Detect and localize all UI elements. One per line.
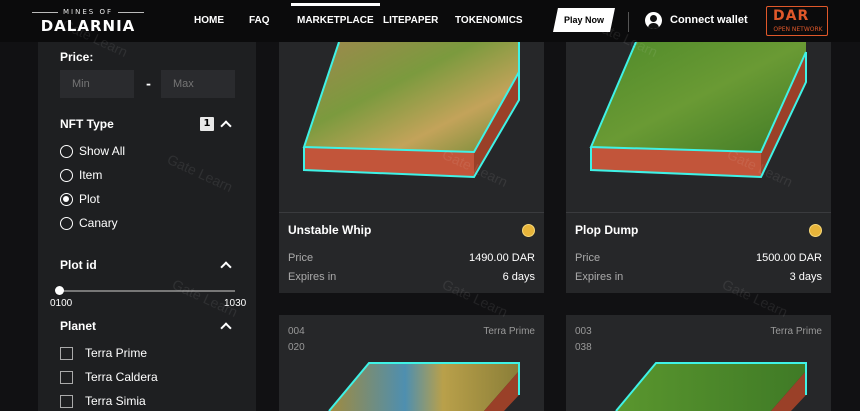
- dar-logo-text: DAR: [773, 8, 810, 24]
- nft-card[interactable]: Unstable Whip Price 1490.00 DAR Expires …: [279, 42, 544, 293]
- expires-value: 3 days: [789, 271, 822, 283]
- plot-id-top: 003: [575, 326, 592, 337]
- plot-id-top: 004: [288, 326, 305, 337]
- dar-logo-subtitle: OPEN NETWORK: [773, 26, 823, 33]
- plot-id-max-value: 1030: [224, 298, 247, 309]
- price-max-input[interactable]: [161, 70, 235, 98]
- mines-of-dalarnia-logo[interactable]: MINES OF DALARNIA: [28, 8, 148, 36]
- radio-icon: [60, 168, 73, 182]
- radio-icon: [60, 216, 73, 230]
- radio-label: Show All: [79, 144, 126, 158]
- top-nav: MINES OF DALARNIA HOME FAQ MARKETPLACE L…: [0, 0, 860, 42]
- nav-marketplace[interactable]: MARKETPLACE: [291, 3, 380, 26]
- plot-id-bottom: 020: [288, 342, 305, 353]
- nav-tokenomics[interactable]: TOKENOMICS: [455, 15, 523, 26]
- card-divider: [279, 212, 544, 213]
- plot-image: [589, 42, 807, 179]
- nft-card[interactable]: 004 020 Terra Prime: [279, 315, 544, 411]
- plot-image: [615, 362, 807, 411]
- radio-plot[interactable]: Plot: [60, 192, 100, 206]
- price-range-dash: -: [146, 77, 151, 91]
- card-divider: [566, 212, 831, 213]
- checkbox-terra-prime[interactable]: Terra Prime: [60, 346, 147, 360]
- radio-icon: [60, 144, 73, 158]
- price-label: Price: [288, 252, 314, 264]
- dar-open-network-logo[interactable]: DAR OPEN NETWORK: [766, 6, 828, 36]
- plot-planet: Terra Prime: [770, 326, 822, 337]
- dar-coin-icon: [522, 224, 535, 237]
- nft-type-count-badge: 1: [200, 117, 214, 131]
- radio-item[interactable]: Item: [60, 168, 102, 182]
- planet-label: Planet: [60, 319, 97, 333]
- checkbox-label: Terra Simia: [85, 394, 146, 408]
- nft-card[interactable]: Plop Dump Price 1500.00 DAR Expires in 3…: [566, 42, 831, 293]
- radio-label: Item: [79, 168, 103, 182]
- nav-home[interactable]: HOME: [194, 15, 224, 26]
- nft-type-label: NFT Type: [60, 117, 114, 131]
- radio-checked-icon: [60, 192, 73, 206]
- connect-wallet-button[interactable]: Connect wallet: [670, 14, 748, 26]
- price-value: 1490.00 DAR: [468, 252, 535, 264]
- logo-subtitle: MINES OF: [28, 8, 148, 16]
- nav-litepaper[interactable]: LITEPAPER: [383, 15, 438, 26]
- plot-id-slider-handle[interactable]: [55, 286, 64, 295]
- nav-faq[interactable]: FAQ: [249, 15, 270, 26]
- price-label: Price: [575, 252, 601, 264]
- plot-image: [302, 42, 520, 179]
- card-title: Unstable Whip: [288, 223, 372, 237]
- price-label: Price:: [60, 50, 94, 64]
- checkbox-terra-caldera[interactable]: Terra Caldera: [60, 370, 158, 384]
- checkbox-label: Terra Caldera: [85, 370, 158, 384]
- plot-id-label: Plot id: [60, 258, 97, 272]
- nav-divider: [628, 12, 629, 32]
- nft-card[interactable]: 003 038 Terra Prime: [566, 315, 831, 411]
- radio-canary[interactable]: Canary: [60, 216, 118, 230]
- card-title: Plop Dump: [575, 223, 639, 237]
- expires-value: 6 days: [502, 271, 535, 283]
- price-min-input[interactable]: [60, 70, 134, 98]
- checkbox-icon: [60, 346, 73, 360]
- price-value: 1500.00 DAR: [755, 252, 822, 264]
- checkbox-label: Terra Prime: [85, 346, 148, 360]
- plot-id-min-value: 0100: [50, 298, 73, 309]
- expires-label: Expires in: [575, 271, 624, 283]
- user-icon[interactable]: [645, 12, 662, 29]
- plot-id-slider-track[interactable]: [58, 290, 235, 292]
- play-now-button[interactable]: Play Now: [553, 8, 615, 32]
- checkbox-icon: [60, 394, 73, 408]
- plot-planet: Terra Prime: [483, 326, 535, 337]
- dar-coin-icon: [809, 224, 822, 237]
- checkbox-terra-simia[interactable]: Terra Simia: [60, 394, 146, 408]
- radio-show-all[interactable]: Show All: [60, 144, 125, 158]
- radio-label: Plot: [79, 192, 100, 206]
- logo-title: DALARNIA: [40, 17, 136, 35]
- plot-id-bottom: 038: [575, 342, 592, 353]
- checkbox-icon: [60, 370, 73, 384]
- radio-label: Canary: [79, 216, 118, 230]
- plot-image: [328, 362, 520, 411]
- expires-label: Expires in: [288, 271, 337, 283]
